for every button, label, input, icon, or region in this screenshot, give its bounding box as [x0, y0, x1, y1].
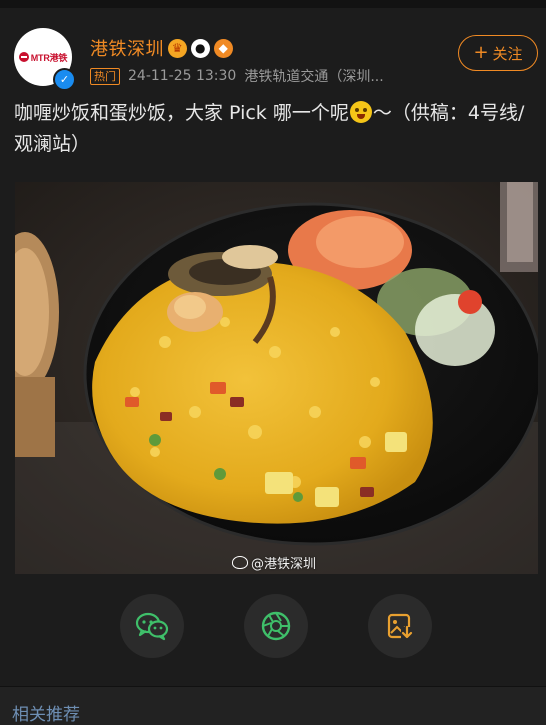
- post-text-part1: 咖喱炒饭和蛋炒饭，大家 Pick 哪一个呢: [14, 102, 349, 124]
- status-bar-strip: [0, 0, 546, 8]
- avatar-logo-text: MTR港铁: [30, 52, 68, 63]
- grinning-face-emoji-icon: [349, 101, 372, 123]
- mtr-mark-icon: [18, 52, 29, 62]
- follow-label: 关注: [492, 44, 523, 63]
- post-source[interactable]: 港铁轨道交通（深圳...: [244, 66, 383, 86]
- post-text: 咖喱炒饭和蛋炒饭，大家 Pick 哪一个呢 ～（供稿：4号线/观澜站）: [14, 98, 534, 160]
- moments-aperture-icon: [261, 611, 291, 641]
- wechat-share-button[interactable]: [120, 594, 184, 658]
- plus-icon: +: [473, 42, 489, 63]
- wechat-icon: [135, 612, 169, 641]
- post-image[interactable]: [15, 182, 538, 574]
- username[interactable]: 港铁深圳: [90, 35, 164, 61]
- moments-share-button[interactable]: [244, 594, 308, 658]
- related-section: [0, 687, 546, 725]
- related-title[interactable]: 相关推荐: [12, 700, 80, 725]
- watermark-text: @港铁深圳: [251, 557, 317, 572]
- fox-badge-icon[interactable]: ◆: [214, 38, 233, 58]
- weibo-logo-icon: [232, 556, 248, 569]
- panda-badge-icon[interactable]: ●: [191, 38, 210, 58]
- verified-icon: ✓: [53, 68, 76, 91]
- follow-button[interactable]: + 关注: [458, 35, 538, 71]
- hot-tag: 热门: [90, 67, 120, 85]
- save-image-button[interactable]: [368, 594, 432, 658]
- crown-badge-icon[interactable]: ♛: [168, 38, 187, 58]
- mtr-logo: MTR港铁: [18, 51, 68, 64]
- image-watermark: @港铁深圳: [232, 553, 316, 572]
- post-timestamp: 24-11-25 13:30: [128, 68, 237, 84]
- post-meta: 热门 24-11-25 13:30 港铁轨道交通（深圳...: [90, 66, 384, 86]
- fried-rice-photo: [15, 182, 538, 574]
- save-image-icon: [387, 613, 413, 639]
- account-header: 港铁深圳 ♛ ● ◆: [90, 35, 233, 61]
